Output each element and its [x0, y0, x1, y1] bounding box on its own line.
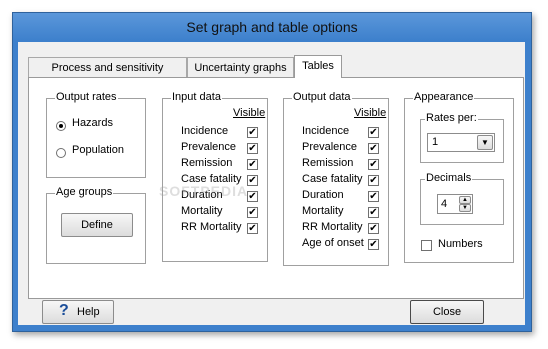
rates-per-group: Rates per: 1 ▼	[420, 112, 504, 163]
output-visible-header: Visible	[354, 107, 387, 119]
population-radio[interactable]	[56, 148, 66, 158]
output-prevalence-label: Prevalence	[302, 141, 358, 153]
window-title: Set graph and table options	[186, 19, 358, 35]
input-incidence-label: Incidence	[181, 125, 229, 137]
help-button[interactable]: ? Help	[42, 300, 114, 324]
output-data-group: Output data Visible Incidence ✔ Prevalen…	[283, 91, 389, 266]
output-prevalence-checkbox[interactable]: ✔	[368, 143, 379, 154]
close-button[interactable]: Close	[410, 300, 484, 324]
tables-tab-panel: Output rates Hazards Population Age grou…	[28, 77, 524, 299]
output-data-label: Output data	[292, 91, 352, 103]
output-rr-mortality-checkbox[interactable]: ✔	[368, 223, 379, 234]
numbers-checkbox[interactable]	[421, 240, 432, 251]
chevron-down-icon[interactable]: ▼	[477, 135, 493, 150]
output-rates-group: Output rates Hazards Population	[46, 91, 146, 178]
dialog-client-area: Process and sensitivity graphs Uncertain…	[18, 42, 525, 325]
output-mortality-label: Mortality	[302, 205, 344, 217]
output-case-fatality-checkbox[interactable]: ✔	[368, 175, 379, 186]
output-rr-mortality-label: RR Mortality	[302, 221, 363, 233]
input-incidence-checkbox[interactable]: ✔	[247, 127, 258, 138]
decimals-group: Decimals 4 ▲ ▼	[420, 172, 504, 225]
tab-uncertainty-graphs[interactable]: Uncertainty graphs	[187, 57, 294, 77]
input-data-label: Input data	[171, 91, 222, 103]
tab-process-sensitivity-graphs[interactable]: Process and sensitivity graphs	[28, 57, 187, 94]
input-remission-checkbox[interactable]: ✔	[247, 159, 258, 170]
input-visible-header: Visible	[233, 107, 266, 119]
tab-tables[interactable]: Tables	[294, 55, 342, 78]
input-rr-mortality-checkbox[interactable]: ✔	[247, 223, 258, 234]
hazards-radio-label: Hazards	[72, 117, 113, 129]
appearance-label: Appearance	[413, 91, 475, 103]
decimals-spinner[interactable]: 4 ▲ ▼	[437, 194, 473, 214]
rates-per-value: 1	[432, 136, 439, 148]
title-bar[interactable]: Set graph and table options	[13, 13, 531, 41]
help-button-label: Help	[77, 306, 100, 318]
dialog-window: Set graph and table options Process and …	[12, 12, 532, 332]
help-question-icon: ?	[59, 302, 69, 319]
decimals-label: Decimals	[425, 172, 473, 184]
appearance-group: Appearance Rates per: 1 ▼ Decimals 4 ▲ ▼	[404, 91, 514, 263]
output-mortality-checkbox[interactable]: ✔	[368, 207, 379, 218]
population-radio-label: Population	[72, 144, 124, 156]
output-case-fatality-label: Case fatality	[302, 173, 363, 185]
spin-down-icon[interactable]: ▼	[459, 204, 471, 212]
age-groups-group: Age groups Define	[46, 186, 146, 264]
input-duration-checkbox[interactable]: ✔	[247, 191, 258, 202]
rates-per-label: Rates per:	[425, 112, 478, 124]
input-mortality-checkbox[interactable]: ✔	[247, 207, 258, 218]
input-case-fatality-checkbox[interactable]: ✔	[247, 175, 258, 186]
input-prevalence-label: Prevalence	[181, 141, 237, 153]
output-age-of-onset-label: Age of onset	[302, 237, 364, 249]
input-data-group: Input data Visible Incidence ✔ Prevalenc…	[162, 91, 268, 262]
output-duration-label: Duration	[302, 189, 344, 201]
input-prevalence-checkbox[interactable]: ✔	[247, 143, 258, 154]
hazards-radio[interactable]	[56, 121, 66, 131]
spin-up-icon[interactable]: ▲	[459, 196, 471, 204]
output-duration-checkbox[interactable]: ✔	[368, 191, 379, 202]
decimals-value: 4	[441, 198, 448, 210]
input-rr-mortality-label: RR Mortality	[181, 221, 242, 233]
define-button[interactable]: Define	[61, 213, 133, 237]
output-incidence-checkbox[interactable]: ✔	[368, 127, 379, 138]
input-remission-label: Remission	[181, 157, 233, 169]
age-groups-label: Age groups	[55, 186, 114, 198]
output-age-of-onset-checkbox[interactable]: ✔	[368, 239, 379, 250]
output-rates-label: Output rates	[55, 91, 118, 103]
watermark-text: SOFTPEDIA	[159, 183, 249, 199]
input-mortality-label: Mortality	[181, 205, 223, 217]
numbers-label: Numbers	[438, 238, 483, 250]
output-remission-label: Remission	[302, 157, 354, 169]
output-incidence-label: Incidence	[302, 125, 350, 137]
output-remission-checkbox[interactable]: ✔	[368, 159, 379, 170]
rates-per-select[interactable]: 1 ▼	[427, 133, 495, 152]
